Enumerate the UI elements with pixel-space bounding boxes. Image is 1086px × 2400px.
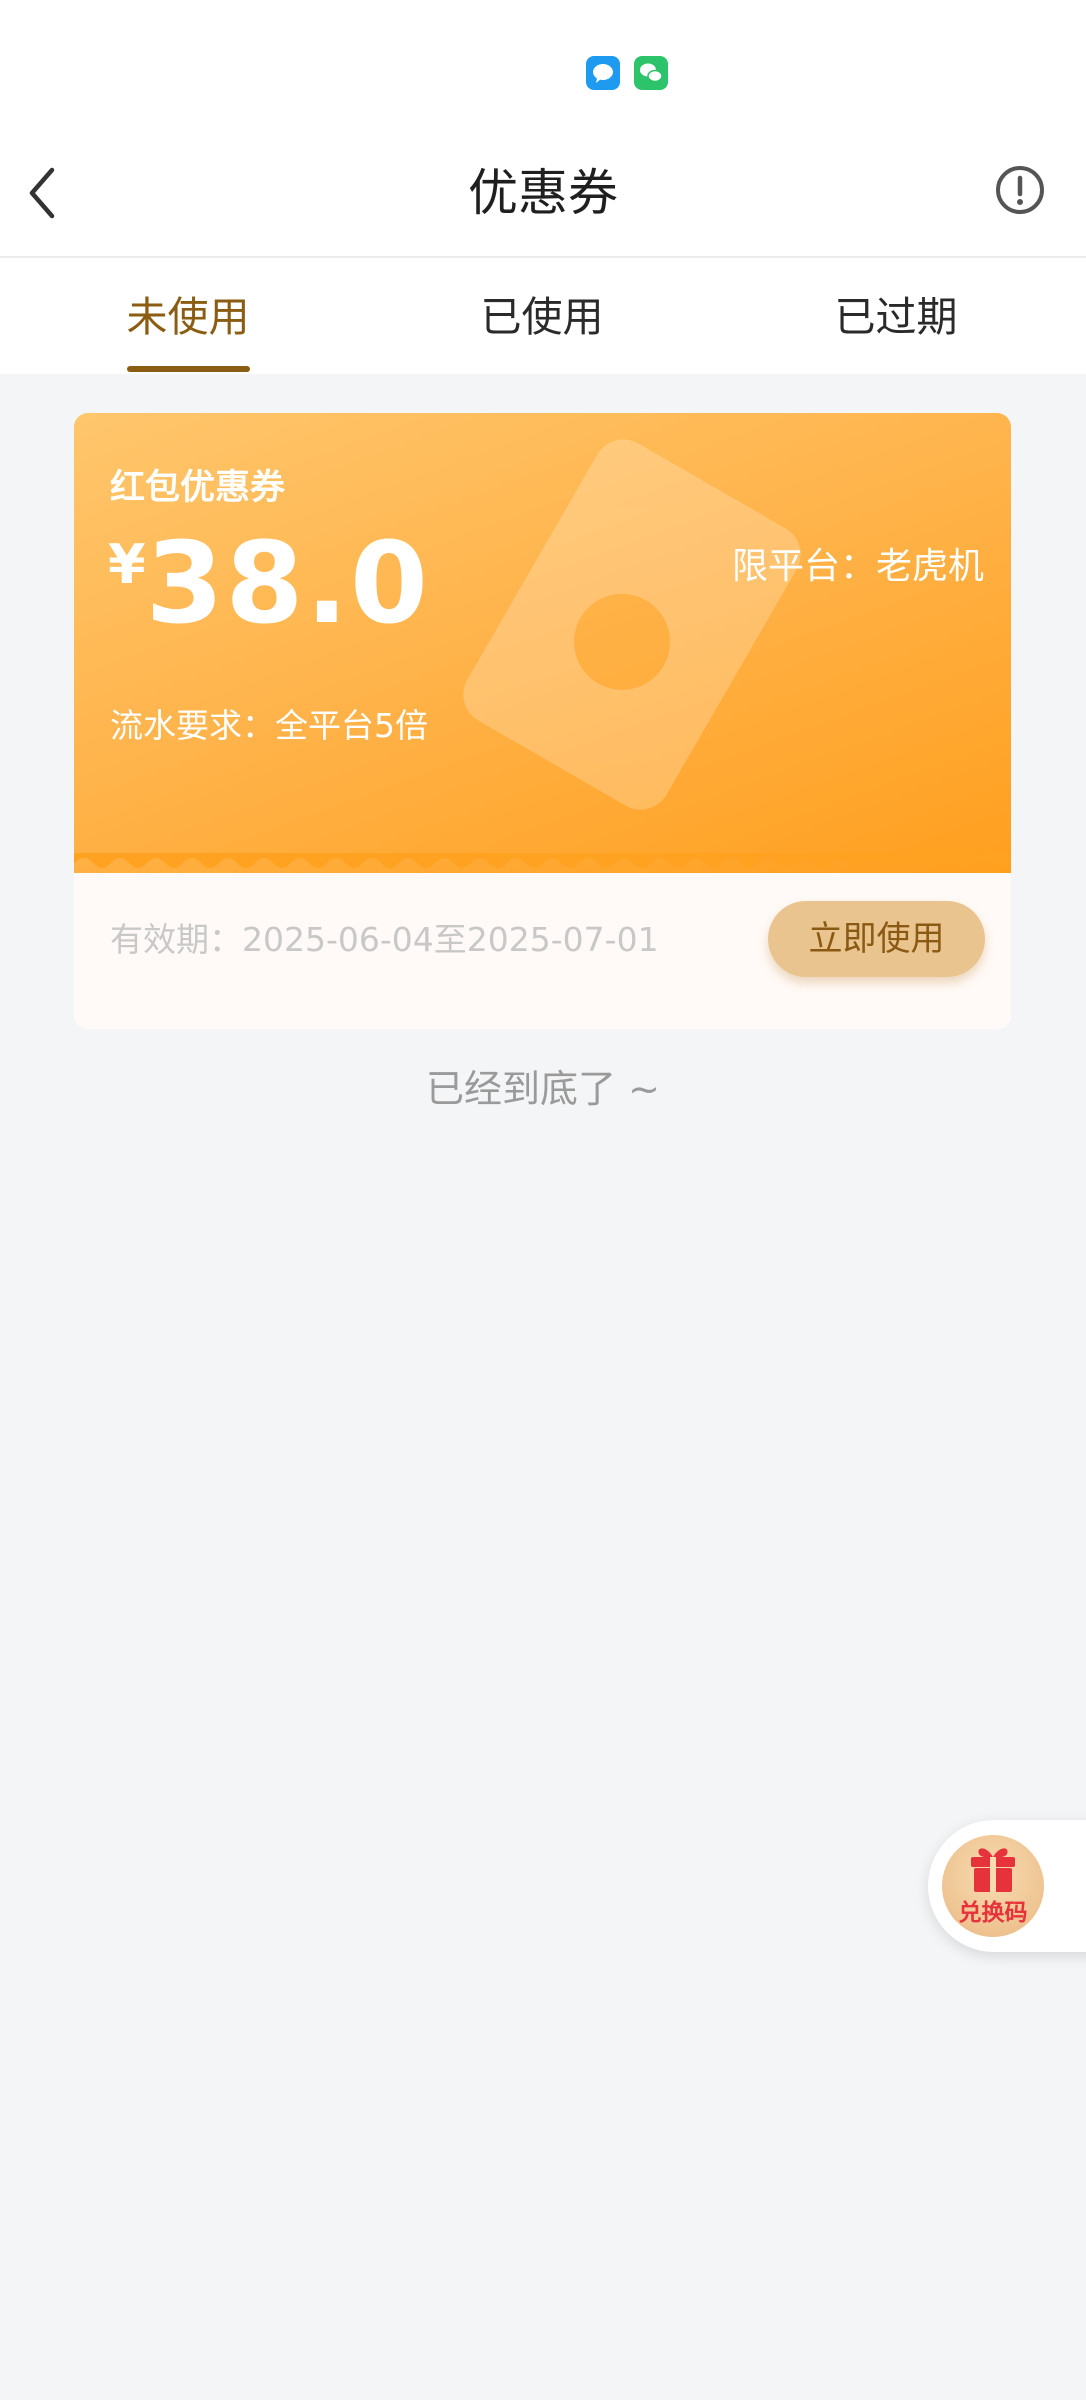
end-of-list-text: 已经到底了 ~: [426, 1067, 660, 1111]
tab-unused[interactable]: 未使用: [68, 258, 308, 374]
redeem-code-button[interactable]: 兑换码: [928, 1820, 1086, 1952]
platform-restriction: 限平台：老虎机: [731, 546, 984, 587]
gift-icon: [971, 1848, 1015, 1892]
redeem-badge: 兑换码: [942, 1835, 1044, 1937]
nav-header: 优惠券: [0, 130, 1086, 258]
tab-expired[interactable]: 已过期: [776, 258, 1016, 374]
page-title: 优惠券: [468, 164, 618, 222]
coupon-wavy-edge: [74, 853, 1011, 868]
redeem-label: 兑换码: [958, 1900, 1028, 1926]
wechat-notification-icon: [634, 56, 668, 90]
coupon-name: 红包优惠券: [110, 468, 286, 508]
status-bar: [0, 0, 1086, 130]
tab-bar: 未使用 已使用 已过期: [0, 258, 1086, 374]
info-button[interactable]: [990, 160, 1050, 220]
coupon-card: 红包优惠券 ¥38.0 限平台：老虎机 流水要求：全平台5倍 有效期：2025-…: [74, 413, 1011, 1029]
red-packet-watermark-icon: [463, 439, 801, 810]
validity-period: 有效期：2025-06-04至2025-07-01: [110, 920, 659, 959]
currency-symbol: ¥: [108, 533, 146, 596]
amount-value: 38.0: [145, 519, 430, 649]
message-notification-icon: [586, 56, 620, 90]
active-tab-indicator: [127, 366, 250, 372]
coupon-amount: ¥38.0: [108, 519, 430, 649]
tab-used[interactable]: 已使用: [422, 258, 662, 374]
use-now-button[interactable]: 立即使用: [768, 901, 985, 977]
coupon-header: 红包优惠券 ¥38.0 限平台：老虎机 流水要求：全平台5倍: [74, 413, 1011, 873]
wager-requirement: 流水要求：全平台5倍: [110, 706, 428, 745]
exclamation-circle-icon: [996, 166, 1044, 214]
